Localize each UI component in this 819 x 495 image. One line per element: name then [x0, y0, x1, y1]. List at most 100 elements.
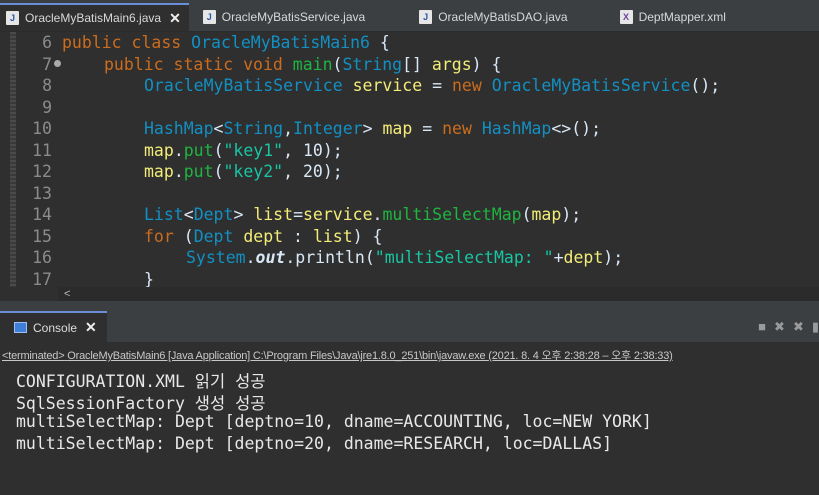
token: static: [173, 54, 234, 74]
token: 20: [302, 162, 323, 182]
line-number: 12: [32, 162, 52, 182]
token: 10: [302, 140, 323, 160]
panel-divider[interactable]: [0, 301, 819, 311]
code-editor[interactable]: 6 public class OracleMyBatisMain6 { 7 pu…: [0, 32, 819, 287]
token: OracleMyBatisService: [491, 76, 691, 96]
token: HashMap: [481, 119, 552, 139]
token: (: [521, 205, 532, 225]
token: new: [442, 119, 472, 139]
token: =: [422, 76, 452, 96]
token: HashMap: [144, 119, 214, 139]
tab-oraclemybatismain6[interactable]: J OracleMyBatisMain6.java ✕: [0, 3, 189, 31]
java-file-icon: J: [202, 10, 216, 24]
token: .: [285, 248, 296, 268]
token: []: [402, 54, 432, 74]
more-icon[interactable]: ▮: [812, 319, 819, 335]
fold-toggle-icon[interactable]: [54, 59, 61, 67]
line-number: 7: [42, 54, 52, 74]
token: (: [364, 248, 375, 268]
console-output[interactable]: <terminated> OracleMyBatisMain6 [Java Ap…: [0, 342, 819, 495]
token: map: [531, 205, 562, 225]
token: System: [186, 248, 246, 268]
close-icon[interactable]: ✕: [169, 10, 181, 27]
token: void: [243, 54, 283, 74]
token: =: [412, 119, 443, 139]
line-number: 6: [42, 33, 52, 53]
token: "key1": [223, 140, 284, 160]
token: put: [183, 140, 214, 160]
token: +: [553, 248, 564, 268]
token: new: [451, 76, 482, 96]
token: <: [183, 205, 194, 225]
xml-file-icon: X: [619, 10, 633, 24]
remove-launch-icon[interactable]: ✖: [774, 319, 785, 335]
token: "key2": [223, 162, 284, 182]
token: .: [173, 162, 184, 182]
token: dept: [563, 248, 604, 268]
terminated-text: OracleMyBatisMain6 [Java Application] C:…: [67, 350, 486, 362]
stop-icon[interactable]: ■: [758, 319, 766, 335]
token: map: [382, 119, 413, 139]
line-number: 15: [32, 226, 52, 246]
console-status: <terminated> OracleMyBatisMain6 [Java Ap…: [2, 347, 673, 363]
token: dept: [243, 226, 284, 246]
tab-console[interactable]: Console ✕: [0, 311, 107, 342]
token: .: [245, 248, 256, 268]
tab-label: OracleMyBatisService.java: [221, 10, 366, 24]
token: ) {: [471, 54, 502, 74]
tab-oraclemybatisdao[interactable]: J OracleMyBatisDAO.java: [413, 3, 575, 31]
tab-label: OracleMyBatisMain6.java: [25, 11, 162, 25]
console-line: SqlSessionFactory 생성 성공: [16, 394, 266, 413]
terminated-prefix: <terminated>: [2, 350, 65, 362]
token: :: [283, 226, 313, 246]
editor-horizontal-scrollbar[interactable]: <: [58, 287, 819, 301]
token: ) {: [352, 226, 383, 246]
tab-oraclemybatisservice[interactable]: J OracleMyBatisService.java: [197, 3, 373, 31]
token: out: [255, 248, 286, 268]
token: Dept: [193, 205, 234, 225]
line-number: 17: [32, 269, 52, 287]
token: public: [104, 54, 164, 74]
line-number: 16: [32, 248, 52, 268]
overview-ruler: [10, 32, 16, 287]
token: service: [303, 205, 373, 225]
token: OracleMyBatisService: [144, 76, 343, 96]
token: }: [144, 269, 154, 287]
token: <>();: [551, 119, 602, 139]
token: (: [213, 162, 224, 182]
terminated-time: (2021. 8. 4 오후 2:38:28 – 오후 2:38:33): [488, 350, 673, 362]
token: main: [292, 54, 333, 74]
token: .: [173, 140, 184, 160]
tab-label: OracleMyBatisDAO.java: [438, 10, 568, 24]
console-line: CONFIGURATION.XML 읽기 성공: [16, 372, 266, 391]
tab-deptmapper-xml[interactable]: X DeptMapper.xml: [614, 3, 734, 31]
token: Integer: [293, 119, 363, 139]
console-line: multiSelectMap: Dept [deptno=20, dname=R…: [16, 434, 613, 453]
token: list: [312, 226, 353, 246]
editor-tab-bar: J OracleMyBatisMain6.java ✕ J OracleMyBa…: [0, 0, 819, 32]
token: );: [603, 248, 624, 268]
token: public: [62, 33, 122, 53]
token: "multiSelectMap: ": [374, 248, 554, 268]
token: (: [332, 54, 343, 74]
token: put: [183, 162, 214, 182]
java-file-icon: J: [419, 10, 433, 24]
line-number: 11: [32, 140, 52, 160]
tab-label: DeptMapper.xml: [638, 10, 726, 24]
scroll-left-icon[interactable]: <: [64, 288, 70, 300]
console-icon: [14, 322, 27, 333]
token: );: [561, 205, 582, 225]
remove-all-icon[interactable]: ✖: [793, 319, 804, 335]
token: println: [295, 248, 365, 268]
token: class: [131, 33, 182, 53]
token: (: [213, 140, 224, 160]
token: ,: [283, 140, 303, 160]
close-icon[interactable]: ✕: [85, 319, 97, 336]
token: OracleMyBatisMain6: [191, 33, 370, 53]
